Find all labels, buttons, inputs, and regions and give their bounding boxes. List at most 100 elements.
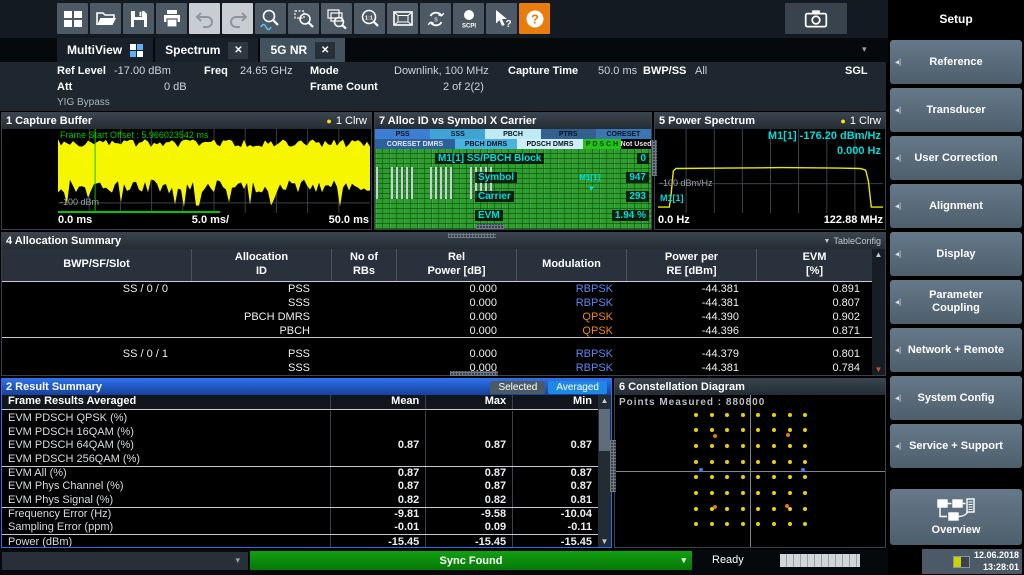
result-row[interactable]: EVM PDSCH 16QAM (%) [2, 425, 598, 439]
column-header-evm[interactable]: EVM[%] [757, 249, 872, 281]
frame-count-value[interactable]: 2 of 2(2) [443, 81, 484, 93]
window-allocation-summary[interactable]: 4 Allocation Summary ▼ TableConfig BWP/S… [1, 232, 886, 376]
selected-mode-button[interactable]: Selected [490, 381, 545, 394]
splitter-handle[interactable] [448, 233, 496, 238]
sync-status-banner[interactable]: Sync Found ▾ [250, 551, 692, 570]
close-icon[interactable]: ✕ [315, 42, 335, 59]
softkey-display-button[interactable]: ◂|Display [890, 232, 1022, 276]
softkey-menu-title: Setup [888, 0, 1024, 37]
softkey-parameter-coupling-button[interactable]: ◂|Parameter Coupling [890, 280, 1022, 324]
result-row[interactable]: EVM Phys Signal (%)0.820.820.81 [2, 493, 598, 507]
column-header-power-per[interactable]: Power perRE [dBm] [627, 249, 757, 281]
constellation-point [756, 413, 760, 417]
capture-buffer-plot[interactable]: Frame Start Offset : 5.966023542 ms -100… [58, 129, 370, 213]
constellation-point [772, 475, 776, 479]
tab-5g-nr[interactable]: 5G NR ✕ [260, 38, 345, 62]
scroll-down-icon[interactable]: ▼ [872, 365, 885, 374]
column-header-rel[interactable]: RelPower [dB] [397, 249, 517, 281]
softkey-system-config-button[interactable]: ◂|System Config [890, 376, 1022, 420]
result-row[interactable]: Sampling Error (ppm)-0.010.09-0.11 [2, 521, 598, 535]
toolbar-help-button[interactable]: ? [519, 3, 550, 34]
result-row[interactable]: EVM Phys Channel (%)0.870.870.87 [2, 479, 598, 493]
result-row[interactable]: EVM All (%)0.870.870.87 [2, 466, 598, 480]
softkey-reference-button[interactable]: ◂|Reference [890, 40, 1022, 84]
window-capture-buffer[interactable]: 1 Capture Buffer ● 1 Clrw Frame Start Of… [1, 112, 372, 230]
bwp-ss-value[interactable]: All [695, 65, 707, 77]
toolbar-zoom-1-1-button[interactable]: 1:1 [354, 3, 385, 34]
column-header-no-of[interactable]: No ofRBs [332, 249, 397, 281]
softkey-transducer-button[interactable]: ◂|Transducer [890, 88, 1022, 132]
column-header-modulation[interactable]: Modulation [517, 249, 627, 281]
window-result-summary[interactable]: 2 Result Summary Selected Averaged Frame… [1, 378, 612, 548]
splitter-handle[interactable] [476, 224, 504, 229]
scroll-up-icon[interactable]: ▲ [872, 250, 885, 259]
toolbar-save-button[interactable] [123, 3, 154, 34]
toolbar-help-pointer-button[interactable]: ? [486, 3, 517, 34]
column-header-bwp-sf-slot[interactable]: BWP/SF/Slot [2, 249, 192, 281]
constellation-plot[interactable] [615, 395, 885, 547]
window-select-dropdown[interactable]: ▾ [2, 552, 248, 570]
window-constellation[interactable]: 6 Constellation Diagram Points Measured … [614, 378, 886, 548]
softkey-network-remote-button[interactable]: ◂|Network + Remote [890, 328, 1022, 372]
splitter-handle[interactable] [610, 440, 616, 492]
averaged-mode-button[interactable]: Averaged [548, 381, 607, 394]
result-row[interactable]: EVM PDSCH 64QAM (%)0.870.870.87 [2, 438, 598, 452]
att-value[interactable]: 0 dB [164, 81, 187, 93]
column-header-min[interactable]: Min [513, 395, 598, 409]
scroll-down-icon[interactable]: ▼ [598, 537, 611, 546]
toolbar-windows-logo-button[interactable] [57, 3, 88, 34]
freq-value[interactable]: 24.65 GHz [240, 65, 293, 77]
scroll-up-icon[interactable]: ▲ [598, 396, 611, 405]
toolbar-zoom-signal-button[interactable] [255, 3, 286, 34]
result-row[interactable]: Power (dBm)-15.45-15.45-15.45 [2, 534, 598, 547]
tab-multiview[interactable]: MultiView [57, 38, 153, 62]
allocation-summary-scrollbar[interactable]: ▲ ▼ [872, 249, 885, 375]
constellation-point [788, 428, 792, 432]
tab-spectrum[interactable]: Spectrum ✕ [155, 38, 258, 62]
toolbar-sequence-button[interactable]: s [420, 3, 451, 34]
softkey-service-support-button[interactable]: ◂|Service + Support [890, 424, 1022, 468]
svg-text:SCPI: SCPI [461, 23, 475, 29]
result-row[interactable]: EVM PDSCH QPSK (%) [2, 411, 598, 425]
softkey-alignment-button[interactable]: ◂|Alignment [890, 184, 1022, 228]
scrollbar-thumb[interactable] [599, 409, 610, 451]
capture-time-value[interactable]: 50.0 ms [598, 65, 637, 77]
allocation-row[interactable]: SSS0.000RBPSK-44.3810.807 [2, 296, 872, 310]
allocation-row[interactable]: PBCH DMRS0.000QPSK-44.3900.902 [2, 310, 872, 324]
toolbar-zoom-multi-button[interactable] [321, 3, 352, 34]
column-header-max[interactable]: Max [426, 395, 513, 409]
ref-level-value[interactable]: -17.00 dBm [114, 65, 171, 77]
constellation-point [803, 475, 807, 479]
toolbar-print-button[interactable] [156, 3, 187, 34]
constellation-point [694, 460, 698, 464]
window-power-spectrum[interactable]: 5 Power Spectrum ● 1 Clrw -100 dBm/Hz M1… [654, 112, 886, 230]
allocation-row[interactable]: SS / 0 / 0PSS0.000RBPSK-44.3810.891 [2, 282, 872, 296]
allocation-row[interactable]: SS / 0 / 1PSS0.000RBPSK-44.3790.801 [2, 347, 872, 361]
table-config-button[interactable]: ▼ TableConfig [824, 236, 881, 246]
overview-button[interactable]: Overview [890, 489, 1022, 545]
splitter-handle[interactable] [652, 140, 657, 176]
result-row[interactable]: EVM PDSCH 256QAM (%) [2, 452, 598, 466]
column-header-frame-results-averaged[interactable]: Frame Results Averaged [2, 395, 331, 409]
column-header-allocation[interactable]: AllocationID [192, 249, 332, 281]
result-summary-table: EVM PDSCH QPSK (%)EVM PDSCH 16QAM (%)EVM… [2, 411, 598, 547]
capture-buffer-x-axis: 0.0 ms 5.0 ms/ 50.0 ms [58, 214, 369, 229]
window-alloc-map[interactable]: 7 Alloc ID vs Symbol X Carrier PSSSSSPBC… [374, 112, 652, 230]
toolbar-open-folder-button[interactable] [90, 3, 121, 34]
constellation-point [741, 413, 745, 417]
constellation-point [772, 507, 776, 511]
toolbar-scpi-button[interactable]: SCPI [453, 3, 484, 34]
column-header-mean[interactable]: Mean [331, 395, 426, 409]
toolbar-zoom-select-button[interactable] [288, 3, 319, 34]
splitter-handle[interactable] [450, 371, 498, 376]
allocation-row[interactable]: PBCH0.000QPSK-44.3960.871 [2, 324, 872, 338]
alloc-map-plot[interactable]: M1[1] SS/PBCH Block0Symbol947Carrier293E… [375, 149, 651, 229]
toolbar-display-frame-button[interactable] [387, 3, 418, 34]
softkey-user-correction-button[interactable]: ◂|User Correction [890, 136, 1022, 180]
allocation-row[interactable]: SSS0.000RBPSK-44.3810.784 [2, 361, 872, 375]
mode-value[interactable]: Downlink, 100 MHz [394, 65, 489, 77]
tab-overflow-dropdown[interactable]: ▾ [862, 44, 867, 55]
result-row[interactable]: Frequency Error (Hz)-9.81-9.58-10.04 [2, 507, 598, 521]
screenshot-button[interactable] [785, 3, 847, 34]
close-icon[interactable]: ✕ [228, 42, 248, 59]
